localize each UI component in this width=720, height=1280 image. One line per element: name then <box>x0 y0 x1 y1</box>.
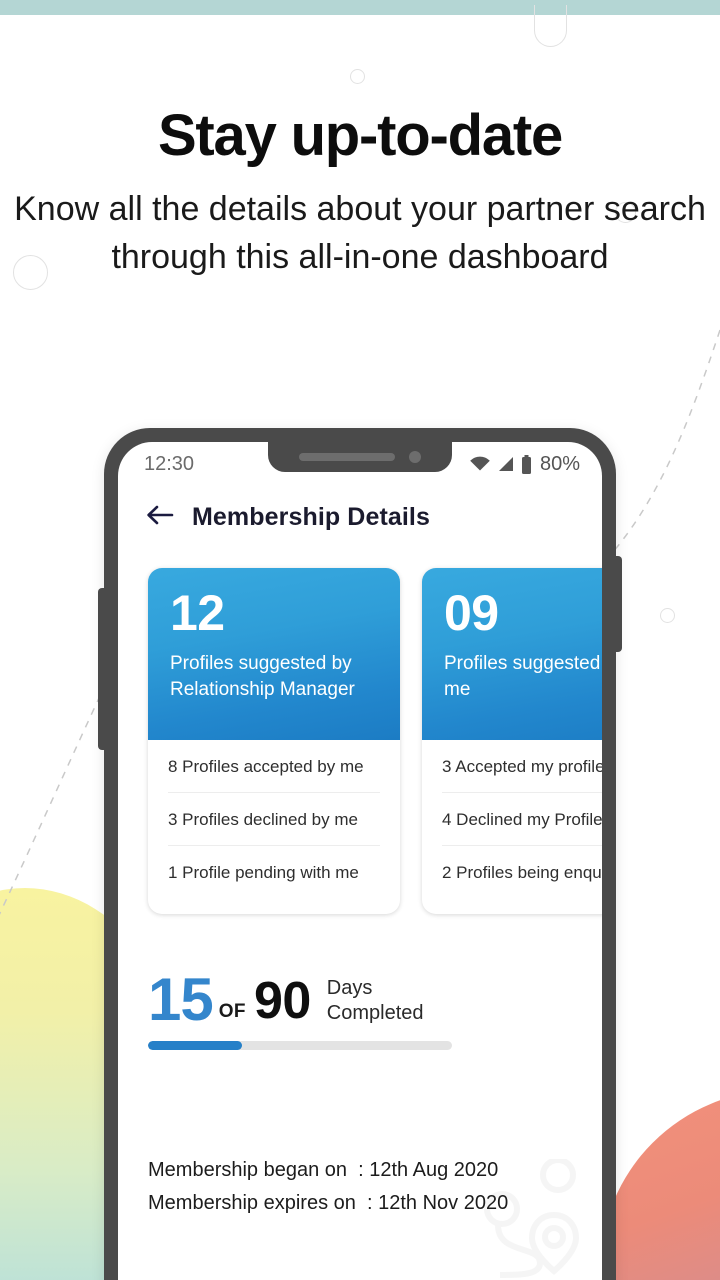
battery-icon <box>521 454 532 474</box>
phone-screen: 12:30 80% Membership Details 12 Profiles… <box>118 442 602 1280</box>
stat-card-header: 09 Profiles suggested by me <box>422 568 602 740</box>
stat-card-count: 09 <box>444 585 499 641</box>
stat-card-line: 3 Accepted my profile <box>442 740 602 793</box>
progress-bar-track <box>148 1041 452 1051</box>
membership-expires-line: Membership expires on : 12th Nov 2020 <box>148 1192 509 1215</box>
status-time: 12:30 <box>144 452 195 475</box>
progress-current-days: 15 <box>148 966 214 1033</box>
stat-card[interactable]: 09 Profiles suggested by me 3 Accepted m… <box>422 568 602 914</box>
stat-card-label: Profiles suggested by Relationship Manag… <box>170 653 355 700</box>
progress-bar-fill <box>148 1041 243 1051</box>
stat-card-line: 4 Declined my Profile <box>442 793 602 846</box>
membership-began-line: Membership began on : 12th Aug 2020 <box>148 1159 499 1182</box>
front-camera <box>409 451 421 463</box>
phone-mockup: 12:30 80% Membership Details 12 Profiles… <box>98 428 622 1280</box>
stat-card-line: 8 Profiles accepted by me <box>168 740 380 793</box>
decorative-arch-shape <box>534 5 567 47</box>
bottom-right-gradient-blob <box>600 1090 720 1280</box>
stat-card-body: 3 Accepted my profile 4 Declined my Prof… <box>422 740 602 914</box>
page-subtitle: Know all the details about your partner … <box>14 189 706 277</box>
decorative-circle-small-top <box>350 69 365 84</box>
progress-numbers: 15 OF 90 Days Completed <box>148 966 602 1033</box>
stat-card-header: 12 Profiles suggested by Relationship Ma… <box>148 568 400 740</box>
progress-unit-label: Days Completed <box>326 976 424 1024</box>
phone-power-button[interactable] <box>613 556 622 652</box>
decorative-circle-lower-right <box>660 608 675 623</box>
progress-total-days: 90 <box>253 972 311 1031</box>
progress-block: 15 OF 90 Days Completed <box>118 914 602 1051</box>
stat-card-line: 3 Profiles declined by me <box>168 793 380 846</box>
promo-screenshot: Stay up-to-date Know all the details abo… <box>0 0 720 1280</box>
status-indicators: 80% <box>469 453 580 476</box>
membership-dates: Membership began on : 12th Aug 2020 Memb… <box>118 1050 602 1220</box>
app-bar: Membership Details <box>118 486 602 540</box>
app-bar-title: Membership Details <box>192 502 430 531</box>
stat-card-line: 1 Profile pending with me <box>168 863 359 882</box>
back-arrow-icon[interactable] <box>146 504 174 531</box>
phone-notch <box>268 442 452 472</box>
wifi-icon <box>469 456 491 472</box>
page-title: Stay up-to-date <box>157 103 563 168</box>
stat-card-label: Profiles suggested by me <box>444 653 601 700</box>
phone-volume-button[interactable] <box>98 588 107 750</box>
stat-card-body: 8 Profiles accepted by me 3 Profiles dec… <box>148 740 400 914</box>
hero-block: Stay up-to-date Know all the details abo… <box>0 103 720 281</box>
stat-card[interactable]: 12 Profiles suggested by Relationship Ma… <box>148 568 400 914</box>
stat-card-count: 12 <box>170 585 225 641</box>
stat-card-line: 2 Profiles being enquired <box>442 863 602 882</box>
progress-of-label: OF <box>218 1001 246 1023</box>
stat-cards-row: 12 Profiles suggested by Relationship Ma… <box>118 540 602 914</box>
top-color-band <box>0 0 720 15</box>
signal-icon <box>497 456 515 472</box>
battery-percentage: 80% <box>539 452 580 475</box>
earpiece-speaker <box>299 453 395 461</box>
